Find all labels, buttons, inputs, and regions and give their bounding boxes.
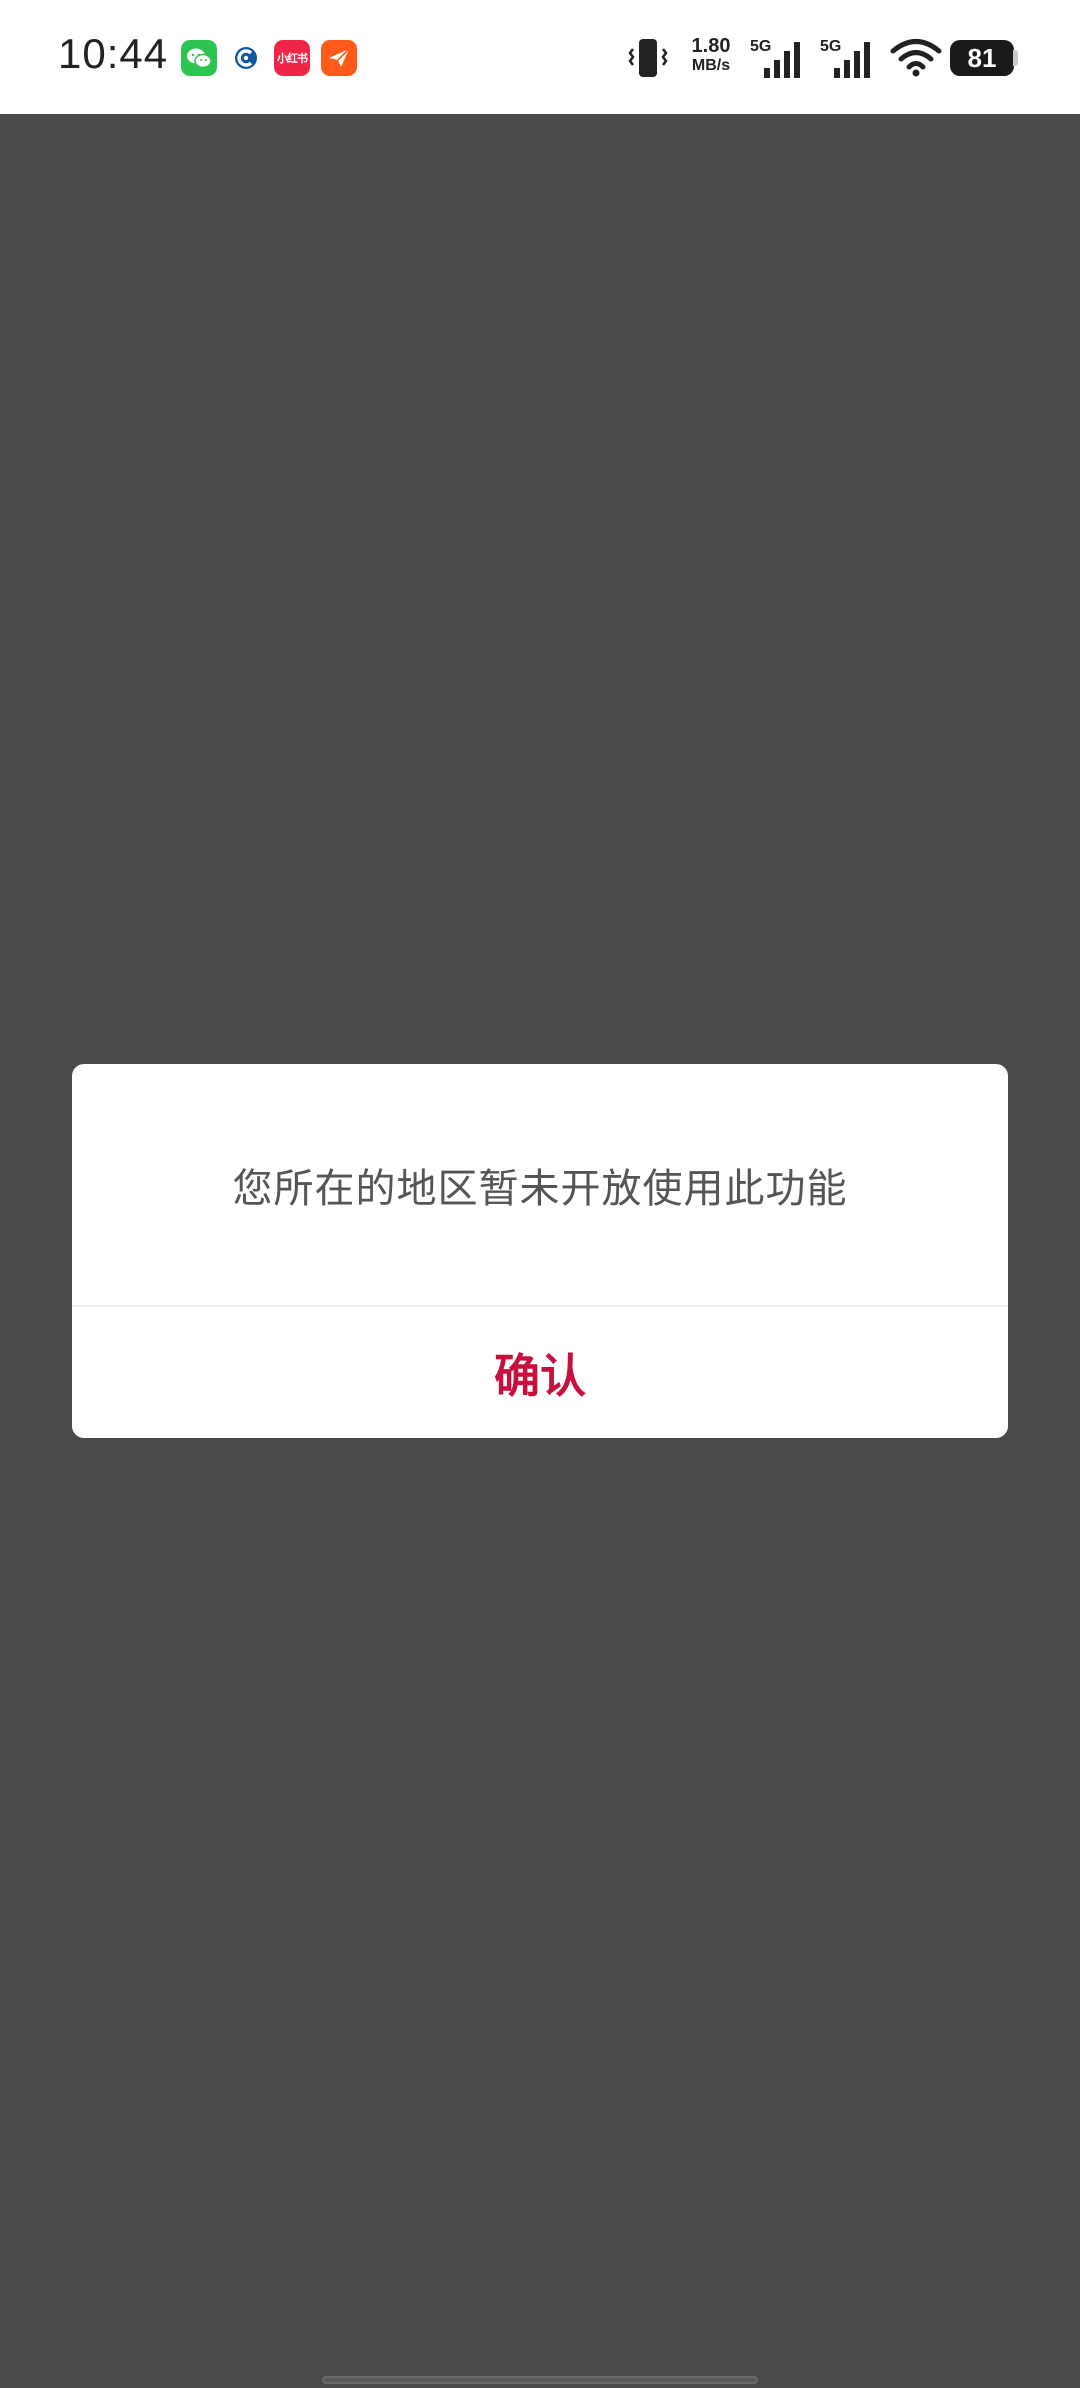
signal-icon-2: 5G: [818, 36, 880, 84]
wifi-icon: [890, 38, 942, 82]
dialog-message: 您所在的地区暂未开放使用此功能: [232, 1165, 848, 1212]
paper-plane-icon: [321, 40, 357, 76]
vibrate-icon: [625, 37, 671, 83]
alert-dialog: 您所在的地区暂未开放使用此功能 确认: [72, 1064, 1008, 1438]
xiaohongshu-logo-text: 小红书: [277, 53, 308, 65]
signal-icon-1: 5G: [748, 36, 810, 84]
status-time: 10:44: [58, 30, 169, 77]
network-speed: 1.80 MB/s: [686, 36, 736, 74]
signal-2-label: 5G: [820, 38, 842, 55]
signal-1-label: 5G: [750, 38, 772, 55]
confirm-button[interactable]: 确认: [72, 1307, 1008, 1438]
battery-icon: 81: [950, 40, 1014, 76]
network-speed-unit: MB/s: [691, 57, 731, 74]
battery-cap: [1013, 50, 1018, 66]
status-bar: 10:44 小红书 1.80 MB/s 5G 5G 81: [0, 0, 1080, 114]
cmb-bank-icon: [228, 40, 264, 76]
wechat-icon: [181, 40, 217, 76]
network-speed-value: 1.80: [691, 35, 731, 57]
xiaohongshu-icon: 小红书: [274, 40, 310, 76]
battery-level: 81: [967, 42, 997, 73]
home-indicator[interactable]: [322, 2376, 758, 2384]
